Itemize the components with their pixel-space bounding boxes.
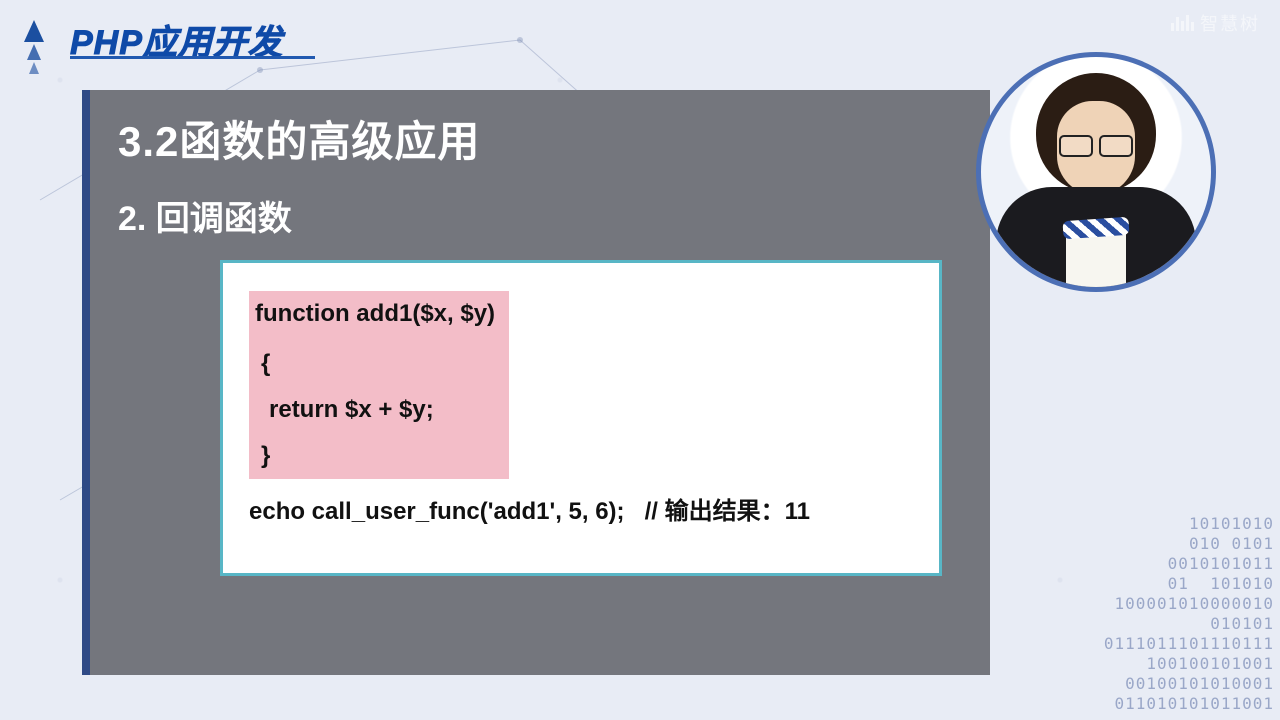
code-call: echo call_user_func('add1', 5, 6);	[249, 498, 625, 525]
header-arrows	[24, 20, 44, 74]
slide-panel: 3.2函数的高级应用 2. 回调函数 function add1($x, $y)…	[90, 90, 990, 675]
arrow-up-icon	[27, 44, 41, 60]
code-card: function add1($x, $y) { return $x + $y; …	[220, 260, 942, 576]
arrow-up-icon	[29, 62, 39, 74]
presenter-avatar	[976, 52, 1216, 292]
watermark-text: 智慧树	[1200, 10, 1260, 36]
glasses-icon	[1053, 135, 1139, 151]
code-call-line: echo call_user_func('add1', 5, 6); // 输出…	[249, 489, 913, 535]
arrow-up-icon	[24, 20, 44, 42]
code-line-2: {	[249, 341, 509, 387]
slide-heading: 3.2函数的高级应用	[118, 108, 962, 169]
code-line-3: return $x + $y;	[249, 387, 509, 433]
code-line-4: }	[249, 433, 509, 479]
watermark: 智慧树	[1171, 10, 1260, 36]
header-underline	[70, 56, 315, 59]
code-comment: // 输出结果：11	[645, 498, 810, 525]
binary-art: 10101010 010 0101 0010101011 01 101010 1…	[1104, 514, 1274, 714]
code-block: function add1($x, $y) { return $x + $y; …	[249, 291, 913, 535]
watermark-bars-icon	[1171, 15, 1194, 31]
slide-subheading: 2. 回调函数	[118, 191, 962, 240]
code-line-1: function add1($x, $y)	[249, 291, 509, 341]
